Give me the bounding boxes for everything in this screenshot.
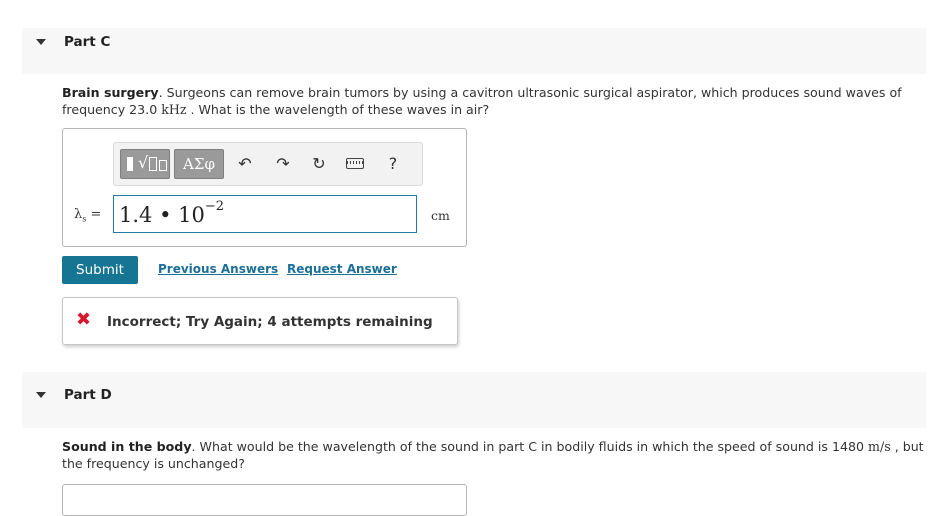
undo-icon[interactable]: ↶ bbox=[234, 153, 256, 175]
template-square-icon bbox=[127, 157, 133, 171]
equals-sign: = bbox=[90, 207, 102, 222]
answer-box: √ ΑΣφ ↶ ↷ ↻ ? λs = 1.4 • 10−2 cm bbox=[62, 128, 467, 247]
part-c-question-unit: kHz bbox=[161, 102, 187, 117]
part-d-title: Part D bbox=[64, 387, 112, 403]
answer-unit: cm bbox=[431, 208, 450, 223]
help-icon[interactable]: ? bbox=[382, 153, 404, 175]
part-c-question-topic: Brain surgery bbox=[62, 85, 159, 100]
feedback-box: ✖ Incorrect; Try Again; 4 attempts remai… bbox=[62, 297, 458, 345]
part-d-header[interactable]: Part D bbox=[22, 372, 926, 428]
template-square-outline-icon bbox=[149, 157, 157, 171]
request-answer-link[interactable]: Request Answer bbox=[287, 262, 397, 276]
variable-symbol: λ bbox=[74, 207, 83, 222]
reset-icon[interactable]: ↻ bbox=[308, 153, 330, 175]
part-c-question: Brain surgery. Surgeons can remove brain… bbox=[62, 84, 928, 118]
part-d-question-text: . What would be the wavelength of the so… bbox=[191, 439, 869, 454]
part-c-question-text-end: . What is the wavelength of these waves … bbox=[186, 102, 490, 117]
keyboard-icon[interactable] bbox=[346, 158, 364, 169]
part-c-header[interactable]: Part C bbox=[22, 28, 926, 74]
part-d-question: Sound in the body. What would be the wav… bbox=[62, 438, 928, 472]
part-d-question-topic: Sound in the body bbox=[62, 439, 192, 454]
math-toolbar: √ ΑΣφ ↶ ↷ ↻ ? bbox=[113, 142, 423, 186]
answer-mantissa: 1.4 • 10 bbox=[119, 203, 205, 227]
answer-input[interactable]: 1.4 • 10−2 bbox=[113, 195, 417, 233]
part-d-answer-box bbox=[62, 484, 467, 516]
answer-variable-label: λs = bbox=[74, 207, 101, 224]
caret-down-icon[interactable] bbox=[36, 39, 46, 45]
submit-button[interactable]: Submit bbox=[62, 256, 138, 284]
previous-answers-link[interactable]: Previous Answers bbox=[158, 262, 278, 276]
greek-symbols-button[interactable]: ΑΣφ bbox=[174, 149, 224, 179]
caret-down-icon[interactable] bbox=[36, 392, 46, 398]
variable-subscript: s bbox=[82, 214, 87, 224]
feedback-message: Incorrect; Try Again; 4 attempts remaini… bbox=[107, 314, 433, 330]
redo-icon[interactable]: ↷ bbox=[272, 153, 294, 175]
answer-exponent: −2 bbox=[204, 199, 225, 214]
part-d-question-unit: m/s bbox=[868, 439, 891, 454]
part-c-title: Part C bbox=[64, 34, 111, 50]
error-x-icon: ✖ bbox=[76, 309, 92, 330]
template-square-outline-icon bbox=[159, 160, 167, 171]
sqrt-icon: √ bbox=[138, 153, 149, 172]
templates-button[interactable]: √ bbox=[120, 149, 170, 179]
